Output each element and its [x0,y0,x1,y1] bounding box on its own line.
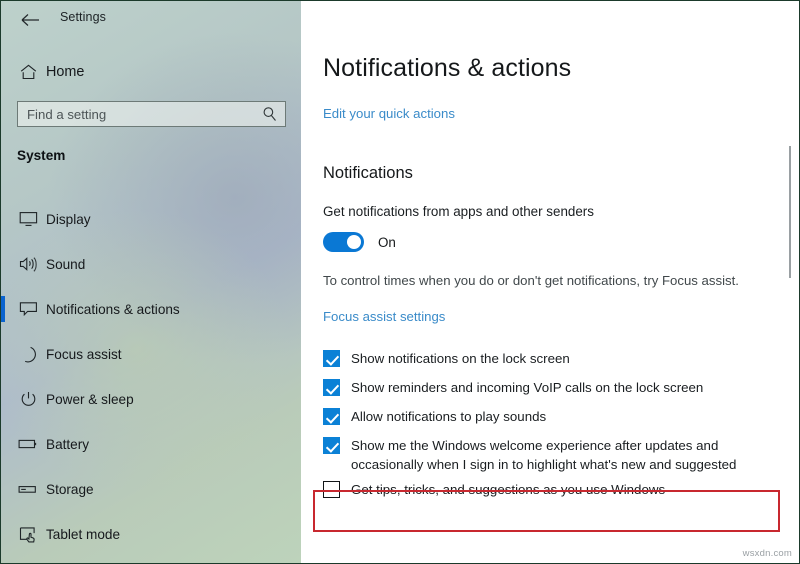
back-arrow-icon[interactable] [13,7,47,33]
sidebar-item-power-and-sleep[interactable]: Power & sleep [1,377,301,421]
sidebar-item-label-focus-assist: Focus assist [46,346,122,362]
sidebar-item-display[interactable]: Display [1,197,301,241]
sidebar-item-label-display: Display [46,211,91,227]
storage-icon [17,478,39,500]
checkbox-tips-tricks[interactable] [323,481,340,498]
app-title: Settings [60,10,106,24]
checkbox-label-sounds: Allow notifications to play sounds [351,409,547,424]
checkbox-row-welcome-experience[interactable]: Show me the Windows welcome experience a… [323,436,783,474]
sidebar-item-label-sound: Sound [46,256,86,272]
sidebar-item-focus-assist[interactable]: Focus assist [1,332,301,376]
search-input[interactable] [27,106,242,122]
notification-icon [17,298,39,320]
focus-assist-settings-link[interactable]: Focus assist settings [323,309,445,324]
search-icon[interactable] [262,106,277,127]
monitor-icon [17,208,39,230]
sidebar-item-label-notifications-and-actions: Notifications & actions [46,301,180,317]
checkbox-sounds[interactable] [323,408,340,425]
settings-window: Settings Home System [0,0,800,564]
checkbox-row-tips-tricks[interactable]: Get tips, tricks, and suggestions as you… [323,480,783,499]
checkbox-welcome-experience[interactable] [323,437,340,454]
checkbox-row-lock-screen[interactable]: Show notifications on the lock screen [323,349,783,368]
power-icon [17,388,39,410]
notifications-toggle[interactable] [323,232,364,252]
battery-icon [17,433,39,455]
sidebar-scrollbar[interactable] [296,151,301,551]
sidebar-item-notifications-and-actions[interactable]: Notifications & actions [1,287,301,331]
checkbox-label-voip: Show reminders and incoming VoIP calls o… [351,380,704,395]
section-header-notifications: Notifications [323,164,413,182]
notifications-toggle-row[interactable]: On [323,232,396,252]
notification-options-list: Show notifications on the lock screen Sh… [323,349,783,509]
get-notifications-label: Get notifications from apps and other se… [323,204,594,219]
checkbox-label-lock-screen: Show notifications on the lock screen [351,351,570,366]
sidebar-item-label-tablet-mode: Tablet mode [46,526,121,542]
tablet-icon [17,523,39,545]
search-box[interactable] [17,101,286,127]
checkbox-voip[interactable] [323,379,340,396]
sidebar-item-battery[interactable]: Battery [1,422,301,466]
checkbox-lock-screen[interactable] [323,350,340,367]
sidebar-item-label-battery: Battery [46,436,90,452]
moon-icon [17,343,39,365]
focus-assist-description: To control times when you do or don't ge… [323,273,739,288]
sidebar: Settings Home System [1,1,301,563]
sidebar-item-sound[interactable]: Sound [1,242,301,286]
edit-quick-actions-link[interactable]: Edit your quick actions [323,106,455,121]
sidebar-item-storage[interactable]: Storage [1,467,301,511]
checkbox-row-voip[interactable]: Show reminders and incoming VoIP calls o… [323,378,783,397]
watermark: wsxdn.com [742,548,792,559]
toggle-knob [347,235,361,249]
sidebar-item-label-home: Home [46,64,85,80]
checkbox-label-welcome-experience: Show me the Windows welcome experience a… [351,438,737,472]
sidebar-group-header: System [17,148,66,163]
sidebar-item-label-storage: Storage [46,481,94,497]
sidebar-item-tablet-mode[interactable]: Tablet mode [1,512,301,556]
speaker-icon [17,253,39,275]
checkbox-row-sounds[interactable]: Allow notifications to play sounds [323,407,783,426]
main-scrollbar-thumb[interactable] [789,146,791,278]
sidebar-item-label-power-and-sleep: Power & sleep [46,391,134,407]
checkbox-label-tips-tricks: Get tips, tricks, and suggestions as you… [351,482,666,497]
page-title: Notifications & actions [323,54,572,82]
sidebar-item-home[interactable]: Home [1,57,301,87]
toggle-state-label: On [378,234,396,250]
title-bar: Settings [1,1,301,37]
main-content: Notifications & actions Edit your quick … [302,1,799,563]
home-icon [17,61,39,83]
